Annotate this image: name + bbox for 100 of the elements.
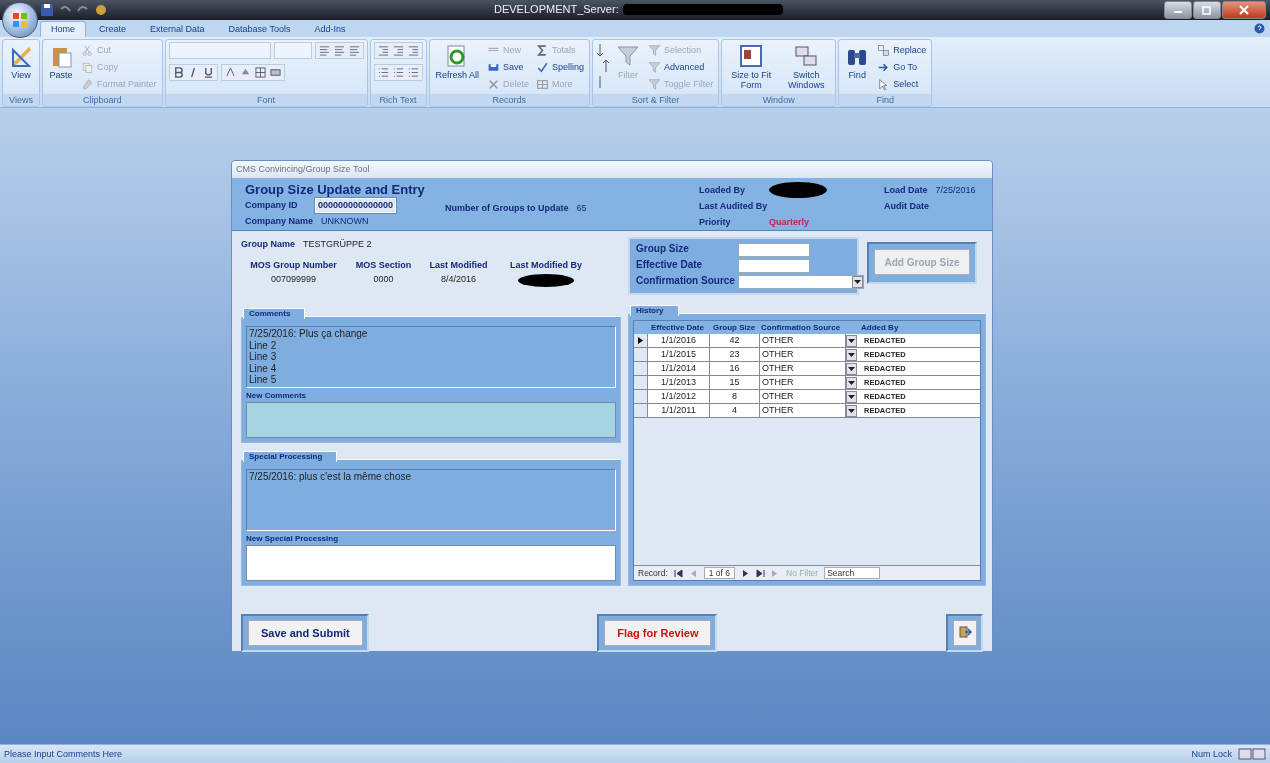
indent-icon[interactable]: [407, 45, 419, 56]
first-record-icon[interactable]: [673, 568, 683, 578]
save-icon[interactable]: [40, 3, 54, 17]
new-special-processing-field[interactable]: [246, 545, 616, 581]
filter-icon: [648, 60, 662, 74]
ribbon-tab[interactable]: Home: [40, 21, 86, 37]
field-value: 7/25/2016: [935, 185, 976, 195]
table-icon: [536, 77, 550, 91]
input-field[interactable]: [738, 259, 810, 273]
font-color-icon[interactable]: [224, 67, 236, 78]
exit-door-icon: [958, 625, 972, 639]
table-cell: 1/1/2013: [648, 376, 710, 389]
ribbon-button[interactable]: Switch Windows: [780, 42, 833, 92]
align-icon[interactable]: [318, 45, 330, 56]
column-header: Confirmation Source: [760, 323, 842, 332]
table-cell: 4: [710, 404, 760, 417]
close-button[interactable]: [1222, 1, 1266, 19]
column-header: Group Size: [712, 323, 757, 332]
field-label: Effective Date: [636, 259, 704, 272]
next-record-icon[interactable]: [741, 568, 751, 578]
group-label: Sort & Filter: [593, 94, 719, 106]
group-label: Views: [3, 94, 39, 106]
ribbon-button[interactable]: Refresh All: [432, 42, 483, 82]
scissors-icon: [81, 43, 94, 57]
field-label: Loaded By: [699, 185, 746, 195]
field-label: Last Modified By: [509, 260, 583, 270]
priority-value: Quarterly: [769, 217, 810, 227]
gridlines-icon[interactable]: [254, 67, 266, 78]
redaction-mark: [518, 274, 574, 287]
indent-icon[interactable]: [377, 45, 389, 56]
brush-icon: [81, 77, 94, 91]
group-label: Clipboard: [43, 94, 162, 106]
field-value: 65: [576, 203, 587, 213]
form-heading: Group Size Update and Entry: [245, 182, 426, 197]
last-record-icon[interactable]: [756, 568, 766, 578]
list-icon[interactable]: [392, 67, 404, 78]
field-label: Audit Date: [884, 201, 929, 211]
filter-icon: [648, 77, 662, 91]
office-button[interactable]: [2, 2, 38, 38]
company-id-field[interactable]: 000000000000000: [315, 197, 397, 213]
underline-icon[interactable]: [202, 67, 214, 78]
ribbon-button[interactable]: Go To: [875, 59, 929, 75]
ribbon-button[interactable]: Spelling: [534, 59, 587, 75]
search-field[interactable]: Search: [824, 567, 881, 579]
view-icon[interactable]: [1238, 748, 1266, 760]
ribbon-button[interactable]: Paste: [46, 42, 76, 82]
field-label: Last Modified: [428, 260, 489, 270]
ribbon-tab[interactable]: Create: [88, 21, 138, 37]
row-color-icon[interactable]: [269, 67, 281, 78]
bold-icon[interactable]: [172, 67, 184, 78]
ribbon-button[interactable]: Replace: [875, 42, 929, 58]
minimize-button[interactable]: [1164, 1, 1192, 19]
status-indicator: Num Lock: [1191, 749, 1232, 759]
restore-button[interactable]: [1193, 1, 1221, 19]
ribbon-button[interactable]: Size to Fit Form: [725, 42, 778, 92]
restore-icon: [1202, 5, 1212, 15]
ribbon-button[interactable]: Advanced: [646, 59, 716, 75]
record-selector[interactable]: [634, 334, 648, 347]
office-logo: [13, 13, 27, 27]
input-field[interactable]: [738, 243, 810, 257]
record-label: Record:: [638, 568, 668, 578]
ribbon-button[interactable]: Find: [842, 42, 873, 82]
field-label: Number of Groups to Update: [445, 203, 569, 213]
table-cell: 23: [710, 348, 760, 361]
help-icon[interactable]: [1254, 23, 1265, 34]
ribbon-tab[interactable]: Add-Ins: [303, 21, 357, 37]
redaction-mark: [769, 182, 827, 198]
group-label: Records: [429, 94, 590, 106]
replace-icon: [877, 43, 891, 57]
field-label: MOS Section: [354, 260, 413, 270]
special-processing-memo[interactable]: 7/25/2016: plus c'est la même chose: [246, 469, 616, 531]
table-cell: 1/1/2016: [648, 334, 710, 347]
field-label: Last Audited By: [699, 201, 768, 211]
field-label: Company Name: [245, 216, 314, 226]
new-comments-field[interactable]: [246, 402, 616, 438]
sort-icon[interactable]: [596, 42, 611, 90]
field-label: Company ID: [245, 200, 299, 210]
field-value: 8/4/2016: [439, 274, 477, 286]
ribbon-button[interactable]: Select: [875, 76, 929, 92]
align-icon[interactable]: [333, 45, 345, 56]
table-cell: 16: [710, 362, 760, 375]
align-icon[interactable]: [348, 45, 360, 56]
filter-icon: [648, 43, 662, 57]
record-position-field[interactable]: 1 of 6: [703, 567, 736, 579]
status-message: Please Input Comments Here: [4, 749, 123, 759]
ribbon-tab[interactable]: External Data: [139, 21, 216, 37]
field-value: 0000: [372, 274, 395, 286]
field-label: New Special Processing: [246, 534, 340, 543]
list-icon[interactable]: [407, 67, 419, 78]
field-label: Confirmation Source: [636, 275, 736, 288]
exit-button[interactable]: [953, 620, 977, 646]
list-icon[interactable]: [377, 67, 389, 78]
column-header: Added By: [860, 323, 900, 332]
ribbon-button[interactable]: Save: [485, 59, 532, 75]
save-and-submit-button[interactable]: Save and Submit: [248, 620, 363, 646]
ribbon-tab[interactable]: Database Tools: [217, 21, 302, 37]
flag-for-review-button[interactable]: Flag for Review: [604, 620, 712, 646]
indent-icon[interactable]: [392, 45, 404, 56]
ribbon-button[interactable]: View: [6, 42, 36, 82]
comments-memo[interactable]: 7/25/2016: Plus ça change Line 2 Line 3 Line 4 Line 5: [246, 326, 616, 388]
